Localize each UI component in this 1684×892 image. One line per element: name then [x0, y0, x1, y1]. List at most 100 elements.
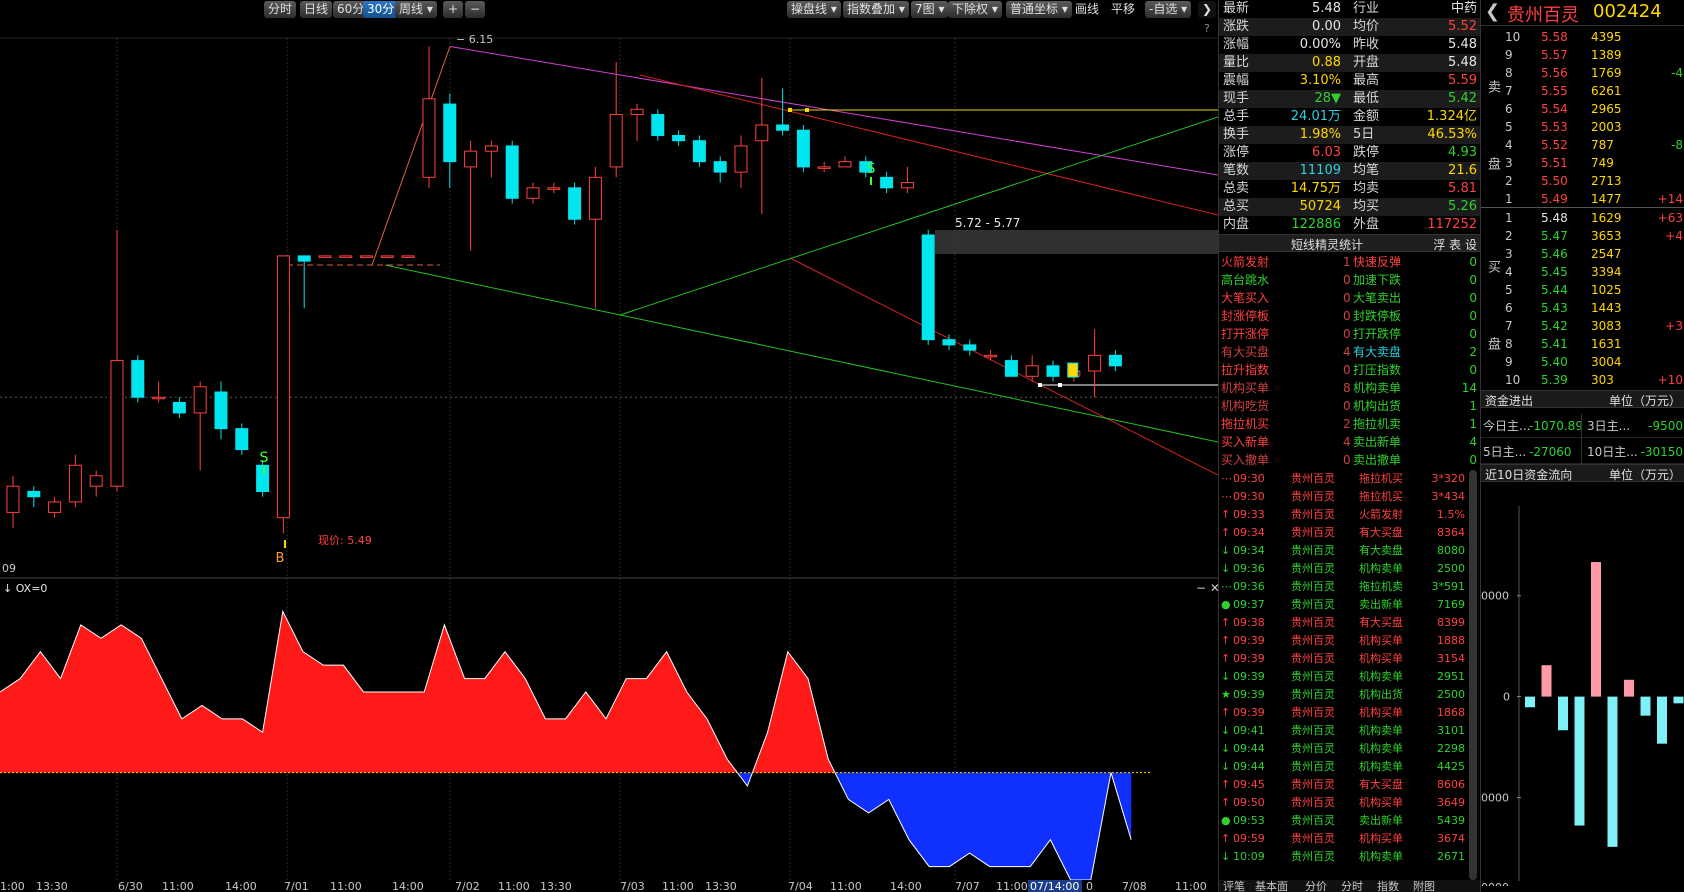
quote-label: 均卖 [1353, 181, 1380, 196]
quote-value: 5.59 [1448, 73, 1477, 88]
event-row[interactable]: ↑ 09:59 贵州百灵 机构买单 3674 [1219, 830, 1481, 848]
x-axis-tick: 7/04 [788, 880, 813, 892]
candle-body [1088, 354, 1102, 372]
book-divider [1481, 207, 1684, 208]
flow10-bar-chart: 0000000000000 [1481, 506, 1684, 886]
level-volume: 2713 [1591, 174, 1622, 188]
event-time: 09:39 [1233, 688, 1265, 701]
candle-body [547, 187, 561, 190]
event-row[interactable]: ↑ 09:33 贵州百灵 火箭发射 1.5% [1219, 506, 1481, 524]
stock-header: ❮ 贵州百灵 002424 [1481, 0, 1684, 26]
event-row[interactable]: ↑ 09:45 贵州百灵 有大买盘 8606 [1219, 776, 1481, 794]
candle [1025, 355, 1039, 382]
event-type: 机构卖单 [1359, 562, 1403, 575]
candle [796, 125, 810, 173]
green-trend-line-lower [384, 264, 1218, 443]
level-change: +3 [1665, 319, 1683, 333]
event-row[interactable]: ⋯ 09:30 贵州百灵 拖拉机买 3*434 [1219, 488, 1481, 506]
event-row[interactable]: ● 09:37 贵州百灵 卖出新单 7169 [1219, 596, 1481, 614]
candle [235, 423, 249, 455]
kline-chart[interactable]: − 6.15 5.72 - 5.77 现价: 5.49 09 B S S ↓ OX=0 − ✕ 1… [0, 0, 1218, 892]
candle-body [630, 108, 644, 116]
stat-value: 0 [1469, 453, 1477, 467]
sell-level-row: 7 5.55 6261 [1481, 82, 1684, 100]
level-price: 5.55 [1541, 84, 1568, 98]
event-time: 09:59 [1233, 832, 1265, 845]
bottom-tab-3[interactable]: 分时 [1341, 878, 1363, 892]
candle-body [984, 354, 998, 358]
level-price: 5.53 [1541, 120, 1568, 134]
kline-chart-pane[interactable]: 分时 日线 60分 30分 周线 ▾ + − 操盘线 ▾ 指数叠加 ▾ 7图 ▾ 下除权 ▾ 普通坐标… [0, 0, 1218, 892]
buy-level-row: 6 5.43 1443 [1481, 299, 1684, 317]
event-row[interactable]: ↓ 09:44 贵州百灵 机构卖单 2298 [1219, 740, 1481, 758]
candle-body [256, 464, 270, 492]
candle-body [588, 176, 602, 220]
candle-body [880, 176, 894, 189]
flow10-bar [1624, 679, 1634, 697]
bottom-tab-2[interactable]: 分价 [1305, 878, 1327, 892]
event-row[interactable]: ↓ 09:34 贵州百灵 有大卖盘 8080 [1219, 542, 1481, 560]
bottom-tab-1[interactable]: 基本面 [1255, 878, 1288, 892]
event-time: 09:30 [1233, 472, 1265, 485]
quote-label: 最高 [1353, 73, 1380, 88]
event-type: 机构卖单 [1359, 850, 1403, 863]
x-axis-tick: 11:00 [1175, 880, 1207, 892]
quote-value: 11109 [1299, 163, 1341, 178]
selected-candle-marker [1067, 362, 1079, 378]
stat-label: 有大买盘 [1221, 345, 1270, 359]
quote-label: 震幅 [1223, 73, 1250, 88]
back-icon[interactable]: ❮ [1485, 1, 1500, 22]
event-row[interactable]: ↓ 09:41 贵州百灵 机构卖单 3101 [1219, 722, 1481, 740]
event-row[interactable]: ↑ 09:34 贵州百灵 有大买盘 8364 [1219, 524, 1481, 542]
flow-header: 资金进出 单位（万元） [1481, 390, 1684, 408]
candle-body [401, 255, 415, 258]
stat-value: 0 [1469, 255, 1477, 269]
event-row[interactable]: ↑ 09:50 贵州百灵 机构买单 3649 [1219, 794, 1481, 812]
event-mark-icon: ⋯ [1221, 472, 1232, 485]
event-row[interactable]: ↑ 09:39 贵州百灵 机构买单 1868 [1219, 704, 1481, 722]
level-volume: 6261 [1591, 84, 1622, 98]
quote-value: 0.00 [1312, 19, 1341, 34]
event-volume: 3101 [1437, 724, 1465, 737]
level-number: 8 [1505, 66, 1513, 80]
event-row[interactable]: ↓ 09:39 贵州百灵 机构卖单 2951 [1219, 668, 1481, 686]
flow10-axis-tick: 0 [1503, 691, 1510, 704]
stat-label: 买入新单 [1221, 435, 1270, 449]
candle-body [48, 501, 62, 513]
stock-name: 贵州百灵 [1507, 5, 1579, 26]
event-volume: 5439 [1437, 814, 1465, 827]
stat-label: 高台跳水 [1221, 273, 1270, 287]
level-number: 6 [1505, 301, 1513, 315]
quote-row: 涨幅 0.00% 昨收 5.48 [1219, 36, 1481, 54]
event-row[interactable]: ↑ 09:39 贵州百灵 机构买单 1888 [1219, 632, 1481, 650]
event-row[interactable]: ⋯ 09:30 贵州百灵 拖拉机买 3*320 [1219, 470, 1481, 488]
bottom-tab-5[interactable]: 附图 [1413, 878, 1435, 892]
event-row[interactable]: ↓ 09:36 贵州百灵 机构卖单 2500 [1219, 560, 1481, 578]
quote-label: 换手 [1223, 127, 1250, 142]
events-scrollbar[interactable] [1469, 470, 1477, 880]
flow-row: 5日主... -27060 10日主... -30150 [1481, 440, 1684, 464]
candle [422, 46, 436, 188]
event-stock-name: 贵州百灵 [1291, 760, 1335, 773]
event-time: 09:39 [1233, 706, 1265, 719]
event-row[interactable]: ↓ 10:09 贵州百灵 机构卖单 2671 [1219, 848, 1481, 866]
event-stock-name: 贵州百灵 [1291, 688, 1335, 701]
event-row[interactable]: ● 09:53 贵州百灵 卖出新单 5439 [1219, 812, 1481, 830]
candle [484, 140, 498, 178]
candle-body [380, 255, 394, 258]
quote-label: 现手 [1223, 91, 1250, 106]
event-row[interactable]: ↓ 09:44 贵州百灵 机构卖单 4425 [1219, 758, 1481, 776]
event-row[interactable]: ↑ 09:38 贵州百灵 有大买盘 8399 [1219, 614, 1481, 632]
event-row[interactable]: ★ 09:39 贵州百灵 机构出货 2500 [1219, 686, 1481, 704]
stats-header: 短线精灵统计 浮 表 设 [1219, 234, 1481, 252]
event-row[interactable]: ⋯ 09:36 贵州百灵 拖拉机卖 3*591 [1219, 578, 1481, 596]
candle [152, 381, 166, 403]
bottom-tab-0[interactable]: 评笔 [1223, 878, 1245, 892]
stat-row: 火箭发射 1 快速反弹 0 [1219, 253, 1481, 271]
flow10-axis-tick: 0000 [1481, 590, 1509, 603]
event-row[interactable]: ↑ 09:39 贵州百灵 机构买单 3154 [1219, 650, 1481, 668]
stat-value: 4 [1343, 345, 1351, 359]
candle [89, 470, 103, 497]
x-axis-tick: 13:30 [36, 880, 68, 892]
bottom-tab-4[interactable]: 指数 [1377, 878, 1399, 892]
